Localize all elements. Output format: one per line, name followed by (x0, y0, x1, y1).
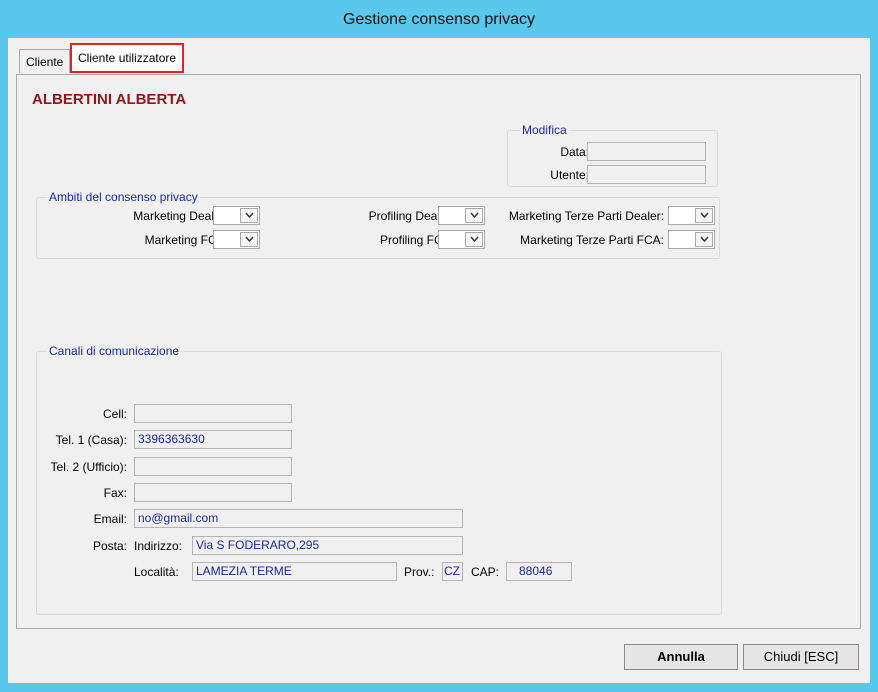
annulla-button[interactable]: Annulla (624, 644, 738, 670)
terze-parti-fca-label: Marketing Terze Parti FCA: (520, 233, 664, 247)
indirizzo-field[interactable]: Via S FODERARO,295 (192, 536, 463, 555)
chevron-down-icon[interactable] (465, 208, 483, 223)
chevron-down-icon[interactable] (240, 208, 258, 223)
tel2-field[interactable] (134, 457, 292, 476)
ambiti-group: Ambiti del consenso privacy Marketing De… (36, 190, 720, 259)
tab-cliente-utilizzatore[interactable]: Cliente utilizzatore (70, 43, 185, 73)
canali-legend: Canali di comunicazione (47, 344, 182, 358)
modifica-legend: Modifica (520, 123, 569, 137)
prov-field[interactable]: CZ (442, 562, 463, 581)
dialog-window: Gestione consenso privacy Cliente Client… (0, 0, 878, 692)
tel1-label: Tel. 1 (Casa): (55, 433, 127, 447)
ambiti-legend: Ambiti del consenso privacy (47, 190, 200, 204)
cap-field[interactable]: 88046 (506, 562, 572, 581)
tel1-field[interactable]: 3396363630 (134, 430, 292, 449)
tab-panel: ALBERTINI ALBERTA Modifica Data: Utente:… (16, 74, 861, 629)
data-label: Data: (560, 145, 589, 159)
profiling-dealer-select[interactable] (438, 206, 485, 225)
localita-label: Località: (134, 565, 179, 579)
chevron-down-icon[interactable] (465, 232, 483, 247)
chevron-down-icon[interactable] (695, 208, 713, 223)
fax-field[interactable] (134, 483, 292, 502)
chevron-down-icon[interactable] (695, 232, 713, 247)
chevron-down-icon[interactable] (240, 232, 258, 247)
dialog-client-area: Cliente Cliente utilizzatore ALBERTINI A… (8, 38, 870, 683)
chiudi-button[interactable]: Chiudi [ESC] (743, 644, 859, 670)
prov-label: Prov.: (404, 565, 435, 579)
utente-label: Utente: (550, 168, 589, 182)
tel2-label: Tel. 2 (Ufficio): (50, 460, 127, 474)
data-field[interactable] (587, 142, 706, 161)
canali-group: Canali di comunicazione Cell: Tel. 1 (Ca… (36, 344, 722, 615)
cell-field[interactable] (134, 404, 292, 423)
cell-label: Cell: (102, 407, 127, 421)
fax-label: Fax: (103, 486, 127, 500)
posta-label: Posta: (92, 539, 127, 553)
terze-parti-fca-select[interactable] (668, 230, 715, 249)
utente-field[interactable] (587, 165, 706, 184)
terze-parti-dealer-label: Marketing Terze Parti Dealer: (508, 209, 664, 223)
marketing-fca-select[interactable] (213, 230, 260, 249)
localita-field[interactable]: LAMEZIA TERME (192, 562, 397, 581)
tab-cliente[interactable]: Cliente (19, 49, 71, 73)
cap-label: CAP: (471, 565, 500, 579)
profiling-fca-select[interactable] (438, 230, 485, 249)
window-title: Gestione consenso privacy (342, 11, 536, 28)
email-field[interactable]: no@gmail.com (134, 509, 463, 528)
indirizzo-label: Indirizzo: (134, 539, 183, 553)
email-label: Email: (93, 512, 127, 526)
customer-name: ALBERTINI ALBERTA (32, 91, 187, 108)
marketing-dealer-select[interactable] (213, 206, 260, 225)
terze-parti-dealer-select[interactable] (668, 206, 715, 225)
modifica-group: Modifica Data: Utente: (507, 123, 718, 187)
